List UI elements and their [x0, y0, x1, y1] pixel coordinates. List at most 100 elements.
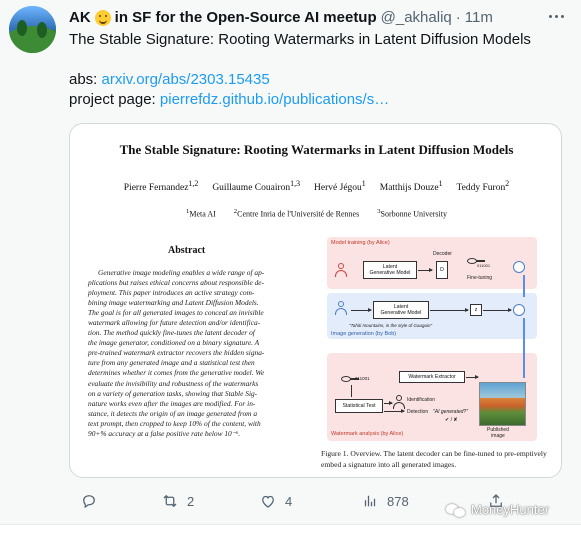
flow-line [523, 275, 525, 297]
paper-author: Teddy Furon2 [456, 179, 510, 194]
detection-label: Detection [407, 409, 429, 415]
abstract-line: pre-trained watermark extractor recovers… [88, 348, 265, 358]
paper-affiliations: 1Meta AI 2Centre Inria de l'Université d… [70, 208, 561, 219]
paper-affiliation: 1Meta AI [186, 208, 216, 219]
abstract-line: nature works even after the images are m… [88, 398, 256, 408]
z-box: z [470, 304, 482, 316]
hugging-face-emoji-icon [94, 10, 111, 26]
abstract-line: bining image watermarking and Latent Dif… [88, 298, 259, 308]
paper-affiliation: 3Sorbonne University [377, 208, 447, 219]
wechat-icon [446, 503, 466, 517]
abstract-line: text prompt, then cropped to keep 10% of… [88, 418, 261, 428]
watermark-extractor-box: Watermark Extractor [399, 371, 465, 383]
abstract-line: stance, it detects the origin of an imag… [88, 408, 258, 418]
key-icon [467, 258, 485, 264]
latent-generative-model-box: Latent Generative Model [363, 261, 417, 279]
arrow [351, 308, 372, 312]
views-chart-icon [364, 495, 376, 507]
abstract-line: determines whether it comes from the gen… [88, 368, 265, 378]
ai-generated-label: "AI generated?" [433, 409, 468, 415]
arrow [466, 375, 479, 379]
watermark-text: MoneyHunter [471, 502, 550, 517]
tweet-text: The Stable Signature: Rooting Watermarks… [69, 31, 531, 48]
author-name-suffix[interactable]: in SF for the Open-Source AI meetup [115, 9, 377, 26]
project-line: project page: pierrefdz.github.io/public… [69, 90, 389, 110]
avatar[interactable] [9, 6, 56, 53]
abstract-line: Generative image modeling enables a wide… [98, 268, 265, 277]
abstract-line: plications but raises ethical concerns a… [88, 278, 265, 288]
abstract-line: ployment. This paper introduces an activ… [88, 288, 255, 298]
abs-prefix: abs: [69, 71, 102, 88]
avatar-tree [37, 22, 47, 38]
retweet-icon [163, 494, 177, 508]
heart-icon [262, 495, 274, 508]
views-count: 878 [387, 493, 409, 509]
abstract-line: The goal is for all generated images to … [88, 308, 264, 318]
like-button[interactable]: 4 [259, 491, 292, 511]
latent-generative-model-box: Latent Generative Model [373, 301, 429, 319]
reply-icon [83, 495, 95, 509]
statistical-test-box: Statistical Test [335, 399, 383, 413]
paper-author: Guillaume Couairon1,3 [212, 179, 301, 194]
author-name[interactable]: AK [69, 9, 91, 26]
abstract-line: evaluate the invisibility and robustness… [88, 378, 259, 388]
reply-button[interactable] [80, 491, 106, 511]
analysis-band-label: Watermark analysis (by Alice) [331, 431, 404, 437]
abs-link[interactable]: arxiv.org/abs/2303.15435 [102, 71, 270, 88]
check-mark-label: ✔ / ✘ [445, 417, 458, 423]
avatar-tree [17, 20, 27, 36]
paper-author: Hervé Jégou1 [314, 179, 366, 194]
tweet-time[interactable]: 11m [465, 9, 493, 26]
arrow [384, 409, 405, 413]
flow-line [523, 318, 525, 378]
arrow [384, 401, 393, 405]
more-options-icon[interactable] [541, 6, 571, 26]
key-bits: 011001 [477, 263, 491, 268]
arrow [418, 268, 433, 272]
identification-person-icon [393, 395, 405, 409]
decoder-box: D [436, 261, 448, 279]
project-link[interactable]: pierrefdz.github.io/publications/s… [160, 91, 389, 108]
tweet[interactable]: AK in SF for the Open-Source AI meetup @… [0, 0, 581, 525]
decoder-label: Decoder [433, 251, 452, 257]
abs-line: abs: arxiv.org/abs/2303.15435 [69, 70, 270, 90]
paper-affiliation: 2Centre Inria de l'Université de Rennes [233, 208, 360, 219]
figure-caption: Figure 1. Overview. The latent decoder c… [321, 449, 547, 469]
avatar-hill [9, 26, 56, 53]
prompt-text: "Tahiti mountains, in the style of Gaugu… [349, 323, 433, 328]
published-image-painting [479, 382, 526, 426]
author-handle[interactable]: @_akhaliq [381, 9, 452, 26]
paper-author: Matthijs Douze1 [379, 179, 443, 194]
fine-tuning-label: Fine-tuning [467, 275, 493, 281]
alice-person-icon [335, 263, 347, 277]
training-band-label: Model training (by Alice) [331, 240, 390, 246]
abstract-line: on a variety of generation tasks, showin… [88, 388, 258, 398]
paper-title: The Stable Signature: Rooting Watermarks… [119, 142, 514, 157]
bob-person-icon [335, 301, 347, 315]
key-bits: 011001 [355, 376, 370, 381]
overview-figure: Model training (by Alice) Image generati… [327, 237, 537, 442]
abstract-body: Generative image modeling enables a wide… [88, 268, 300, 439]
decoder-icon [513, 304, 525, 316]
arrow [430, 308, 469, 312]
extractor-icon [513, 261, 525, 273]
views-button[interactable]: 878 [361, 491, 409, 511]
like-count: 4 [285, 493, 293, 509]
paper-image-card[interactable]: The Stable Signature: Rooting Watermarks… [69, 123, 562, 478]
key-icon [341, 376, 359, 382]
abstract-line: ture from any generated image and a stat… [88, 358, 255, 368]
abstract-heading: Abstract [168, 245, 206, 256]
generation-band-label: Image generation (by Bob) [331, 331, 397, 337]
abstract-line: the image generator, conditioned on a bi… [88, 338, 260, 348]
identification-label: Identification [407, 397, 436, 403]
abstract-line: tion. The method quickly fine-tunes the … [88, 328, 255, 338]
tweet-header: AK in SF for the Open-Source AI meetup @… [69, 7, 493, 27]
paper-author: Pierre Fernandez1,2 [123, 179, 199, 194]
paper-authors: Pierre Fernandez1,2 Guillaume Couairon1,… [70, 179, 561, 194]
retweet-count: 2 [187, 493, 195, 509]
published-image-label: Published image [487, 427, 509, 439]
abstract-line: 90+% accuracy at a false positive rate b… [88, 428, 241, 438]
project-prefix: project page: [69, 91, 160, 108]
watermark: MoneyHunter [446, 502, 549, 517]
retweet-button[interactable]: 2 [161, 491, 194, 511]
